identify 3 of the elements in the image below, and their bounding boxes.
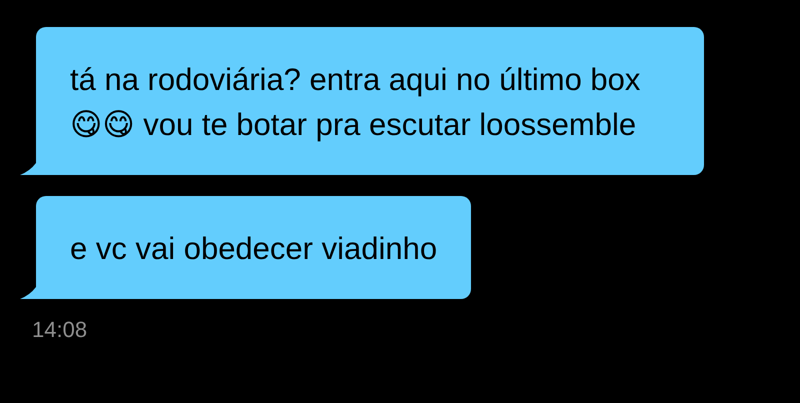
message-text: e vc vai obedecer viadinho [70,230,438,268]
message-text: tá na rodoviária? entra aqui no último box 😋😋 vou te botar pra escutar loossemble [70,61,642,144]
message-time: 14:08 [32,317,88,343]
